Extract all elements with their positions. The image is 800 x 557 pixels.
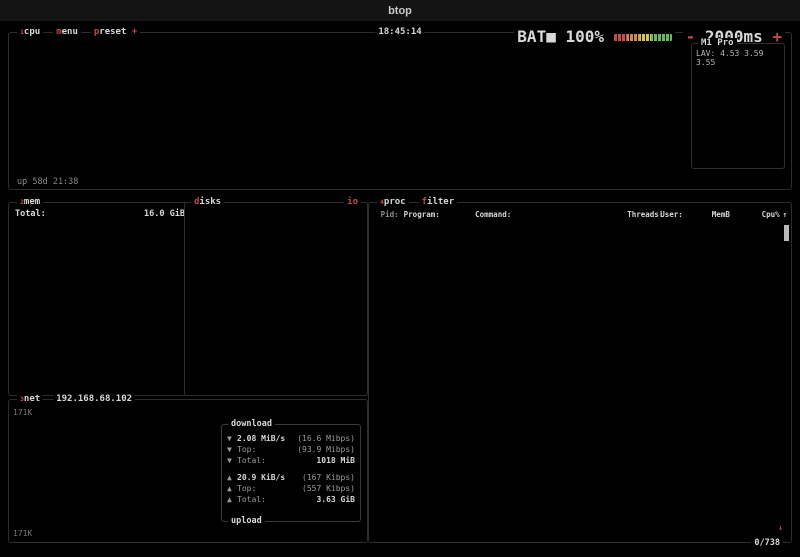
filter-button[interactable]: filter: [419, 197, 458, 207]
mem-box: 2mem Total:16.0 GiB disks io: [8, 202, 368, 396]
minimize-button[interactable]: [31, 6, 42, 17]
battery-bar: [614, 34, 672, 41]
zoom-button[interactable]: [50, 6, 61, 17]
close-button[interactable]: [12, 6, 23, 17]
net-ip-address: 192.168.68.102: [53, 394, 135, 404]
net-speed-panel: download ▼2.08 MiB/s(16.6 Mibps) ▼Top:(9…: [221, 424, 361, 522]
mem-box-title[interactable]: 2mem: [17, 197, 43, 207]
load-average: LAV: 4.53 3.59 3.55: [692, 48, 784, 68]
disks-title[interactable]: disks: [191, 197, 224, 207]
cpu-model-name: M1 Pro: [698, 38, 737, 48]
cpu-usage-graph: [15, 45, 691, 167]
cpu-box: 1cpu menu preset + 18:45:14 BAT■ 100% - …: [8, 32, 792, 190]
btop-terminal-window: btop 1cpu menu preset + 18:45:14 BAT■ 10…: [0, 0, 800, 557]
more-rows-icon: ↓: [778, 523, 783, 532]
cpu-core-panel: M1 Pro LAV: 4.53 3.59 3.55: [691, 43, 785, 169]
disks-panel: disks io: [184, 202, 368, 396]
mem-total-label: Total:: [15, 209, 46, 219]
sort-direction-icon: ↑: [780, 210, 787, 219]
proc-box: 4proc filter Pid: Program: Command: Thre…: [368, 202, 792, 543]
proc-box-title[interactable]: 4proc: [377, 197, 409, 207]
window-title: btop: [0, 5, 800, 17]
upload-top: ▲Top:(557 Kibps): [222, 483, 360, 494]
net-box-title[interactable]: 3net: [17, 394, 43, 404]
net-scale-top: 171K: [13, 408, 32, 417]
io-mode-button[interactable]: io: [344, 197, 361, 207]
proc-scrollbar[interactable]: [784, 225, 789, 528]
cpu-box-title[interactable]: 1cpu: [17, 27, 43, 37]
net-scale-bottom: 171K: [13, 529, 32, 538]
preset-button[interactable]: preset +: [91, 27, 140, 37]
clock: 18:45:14: [375, 27, 424, 37]
upload-title: upload: [228, 516, 265, 526]
upload-speed: ▲20.9 KiB/s(167 Kibps): [222, 472, 360, 483]
mem-total-value: 16.0 GiB: [144, 209, 185, 219]
download-total: ▼Total:1018 MiB: [222, 455, 360, 466]
window-titlebar: btop: [0, 0, 800, 22]
download-speed: ▼2.08 MiB/s(16.6 Mibps): [222, 433, 360, 444]
net-box: 3net 192.168.68.102 171K 171K download ▼…: [8, 399, 368, 543]
upload-total: ▲Total:3.63 GiB: [222, 494, 360, 505]
memory-stats: Total: 16.0 GiB: [15, 209, 185, 219]
download-title: download: [228, 419, 275, 429]
proc-scrollbar-thumb[interactable]: [784, 225, 789, 241]
footer-keybar: [10, 543, 792, 555]
menu-button[interactable]: menu: [53, 27, 81, 37]
battery-indicator: BAT■ 100%: [514, 27, 674, 46]
uptime-label: up 58d 21:38: [17, 177, 78, 187]
download-top: ▼Top:(93.9 Mibps): [222, 444, 360, 455]
